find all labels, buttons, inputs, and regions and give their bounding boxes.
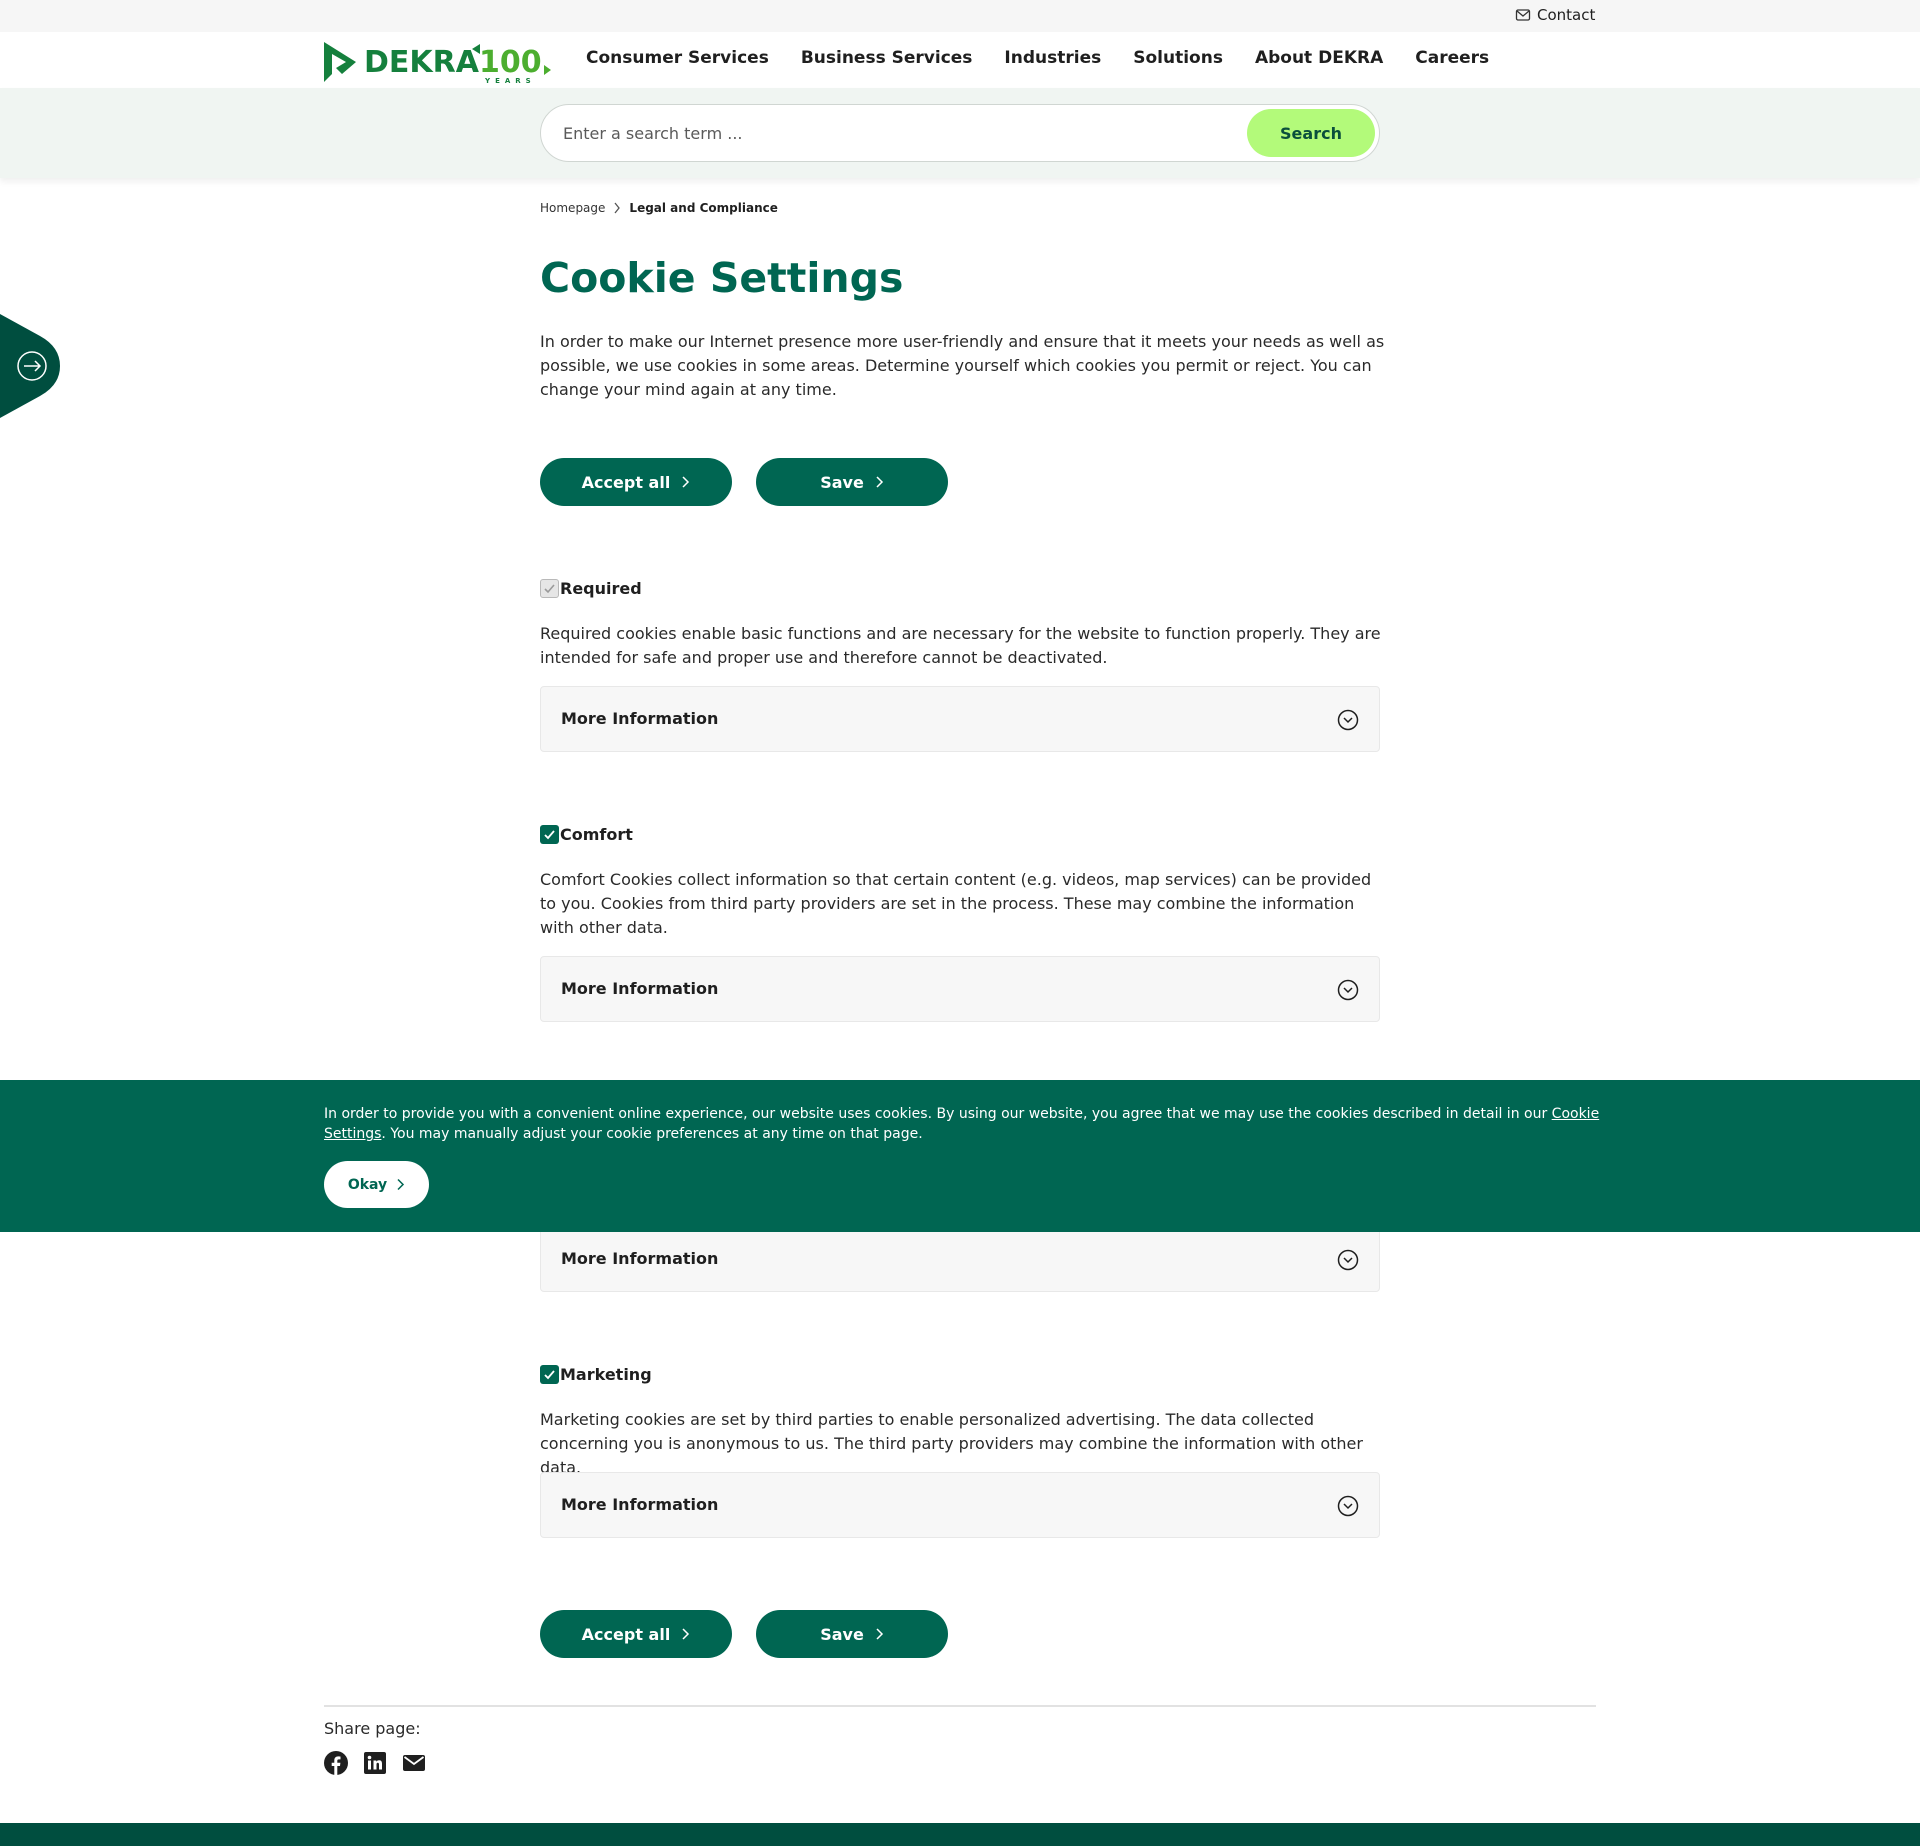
cookie-banner-text-after: . You may manually adjust your cookie pr… bbox=[381, 1126, 923, 1142]
search-band: Search bbox=[0, 88, 1920, 178]
breadcrumb-current: Legal and Compliance bbox=[629, 201, 778, 215]
chevron-right-icon bbox=[682, 1628, 690, 1640]
okay-button[interactable]: Okay bbox=[324, 1161, 429, 1208]
marketing-label: Marketing bbox=[560, 1365, 652, 1384]
chevron-down-circle-icon bbox=[1337, 1495, 1359, 1517]
cookie-banner-text: In order to provide you with a convenien… bbox=[324, 1104, 1624, 1144]
required-label: Required bbox=[560, 579, 642, 598]
intro-text: In order to make our Internet presence m… bbox=[540, 332, 1385, 399]
chevron-right-icon bbox=[682, 476, 690, 488]
more-information-label: More Information bbox=[561, 709, 719, 728]
search-button[interactable]: Search bbox=[1247, 109, 1375, 157]
checkmark-icon bbox=[544, 1370, 555, 1380]
divider bbox=[324, 1705, 1596, 1707]
nav-solutions[interactable]: Solutions bbox=[1133, 48, 1223, 68]
comfort-description: Comfort Cookies collect information so t… bbox=[540, 870, 1372, 937]
accept-all-button-bottom[interactable]: Accept all bbox=[540, 1610, 732, 1658]
search-input[interactable] bbox=[561, 105, 1241, 161]
statistics-more-information[interactable]: More Information bbox=[540, 1226, 1380, 1292]
share-icons bbox=[324, 1751, 426, 1775]
accept-all-button[interactable]: Accept all bbox=[540, 458, 732, 506]
chevron-right-icon bbox=[876, 476, 883, 488]
comfort-checkbox[interactable] bbox=[540, 825, 559, 844]
okay-label: Okay bbox=[347, 1176, 388, 1193]
logo-wordmark: DEKRA bbox=[364, 45, 480, 80]
chevron-right-icon bbox=[614, 202, 621, 214]
more-information-label: More Information bbox=[561, 1495, 719, 1514]
accept-all-label: Accept all bbox=[581, 472, 671, 492]
more-information-label: More Information bbox=[561, 1249, 719, 1268]
nav-business-services[interactable]: Business Services bbox=[801, 48, 973, 68]
marketing-description: Marketing cookies are set by third parti… bbox=[540, 1410, 1363, 1477]
top-utility-bar: Contact bbox=[0, 0, 1920, 32]
save-button[interactable]: Save bbox=[756, 458, 948, 506]
required-more-information[interactable]: More Information bbox=[540, 686, 1380, 752]
side-panel-toggle[interactable] bbox=[0, 314, 60, 418]
nav-careers[interactable]: Careers bbox=[1415, 48, 1489, 68]
more-information-label: More Information bbox=[561, 979, 719, 998]
chevron-right-icon bbox=[876, 1628, 883, 1640]
chevron-right-icon bbox=[397, 1178, 405, 1191]
envelope-icon bbox=[1515, 9, 1531, 21]
logo-anniversary: 100 bbox=[479, 45, 542, 80]
save-label: Save bbox=[820, 1624, 864, 1644]
cookie-banner: In order to provide you with a convenien… bbox=[0, 1080, 1920, 1232]
breadcrumb: Homepage Legal and Compliance bbox=[540, 201, 778, 215]
page-title: Cookie Settings bbox=[540, 254, 904, 302]
save-label: Save bbox=[820, 472, 864, 492]
email-icon[interactable] bbox=[402, 1751, 426, 1775]
nav-about-dekra[interactable]: About DEKRA bbox=[1255, 48, 1383, 68]
marketing-more-information[interactable]: More Information bbox=[540, 1472, 1380, 1538]
comfort-more-information[interactable]: More Information bbox=[540, 956, 1380, 1022]
breadcrumb-home[interactable]: Homepage bbox=[540, 201, 605, 215]
share-label: Share page: bbox=[324, 1719, 421, 1738]
nav-consumer-services[interactable]: Consumer Services bbox=[586, 48, 769, 68]
comfort-label: Comfort bbox=[560, 825, 633, 844]
cookie-banner-text-before: In order to provide you with a convenien… bbox=[324, 1106, 1552, 1122]
linkedin-icon[interactable] bbox=[363, 1751, 387, 1775]
chevron-down-circle-icon bbox=[1337, 979, 1359, 1001]
main-navigation: Consumer Services Business Services Indu… bbox=[586, 48, 1489, 68]
nav-industries[interactable]: Industries bbox=[1004, 48, 1101, 68]
checkmark-icon bbox=[544, 830, 555, 840]
footer bbox=[0, 1823, 1920, 1846]
chevron-down-circle-icon bbox=[1337, 1249, 1359, 1271]
required-description: Required cookies enable basic functions … bbox=[540, 624, 1381, 667]
required-checkbox bbox=[540, 579, 559, 598]
site-header: DEKRA 100 YEARS Consumer Services Busine… bbox=[0, 32, 1920, 88]
save-button-bottom[interactable]: Save bbox=[756, 1610, 948, 1658]
checkmark-icon bbox=[544, 584, 555, 594]
accept-all-label: Accept all bbox=[581, 1624, 671, 1644]
marketing-checkbox[interactable] bbox=[540, 1365, 559, 1384]
logo-years: YEARS bbox=[484, 77, 536, 85]
dekra-logo[interactable]: DEKRA 100 YEARS bbox=[322, 38, 557, 86]
contact-link[interactable]: Contact bbox=[1515, 6, 1595, 24]
contact-label: Contact bbox=[1537, 6, 1596, 24]
facebook-icon[interactable] bbox=[324, 1751, 348, 1775]
chevron-down-circle-icon bbox=[1337, 709, 1359, 731]
search-box: Search bbox=[540, 104, 1380, 162]
